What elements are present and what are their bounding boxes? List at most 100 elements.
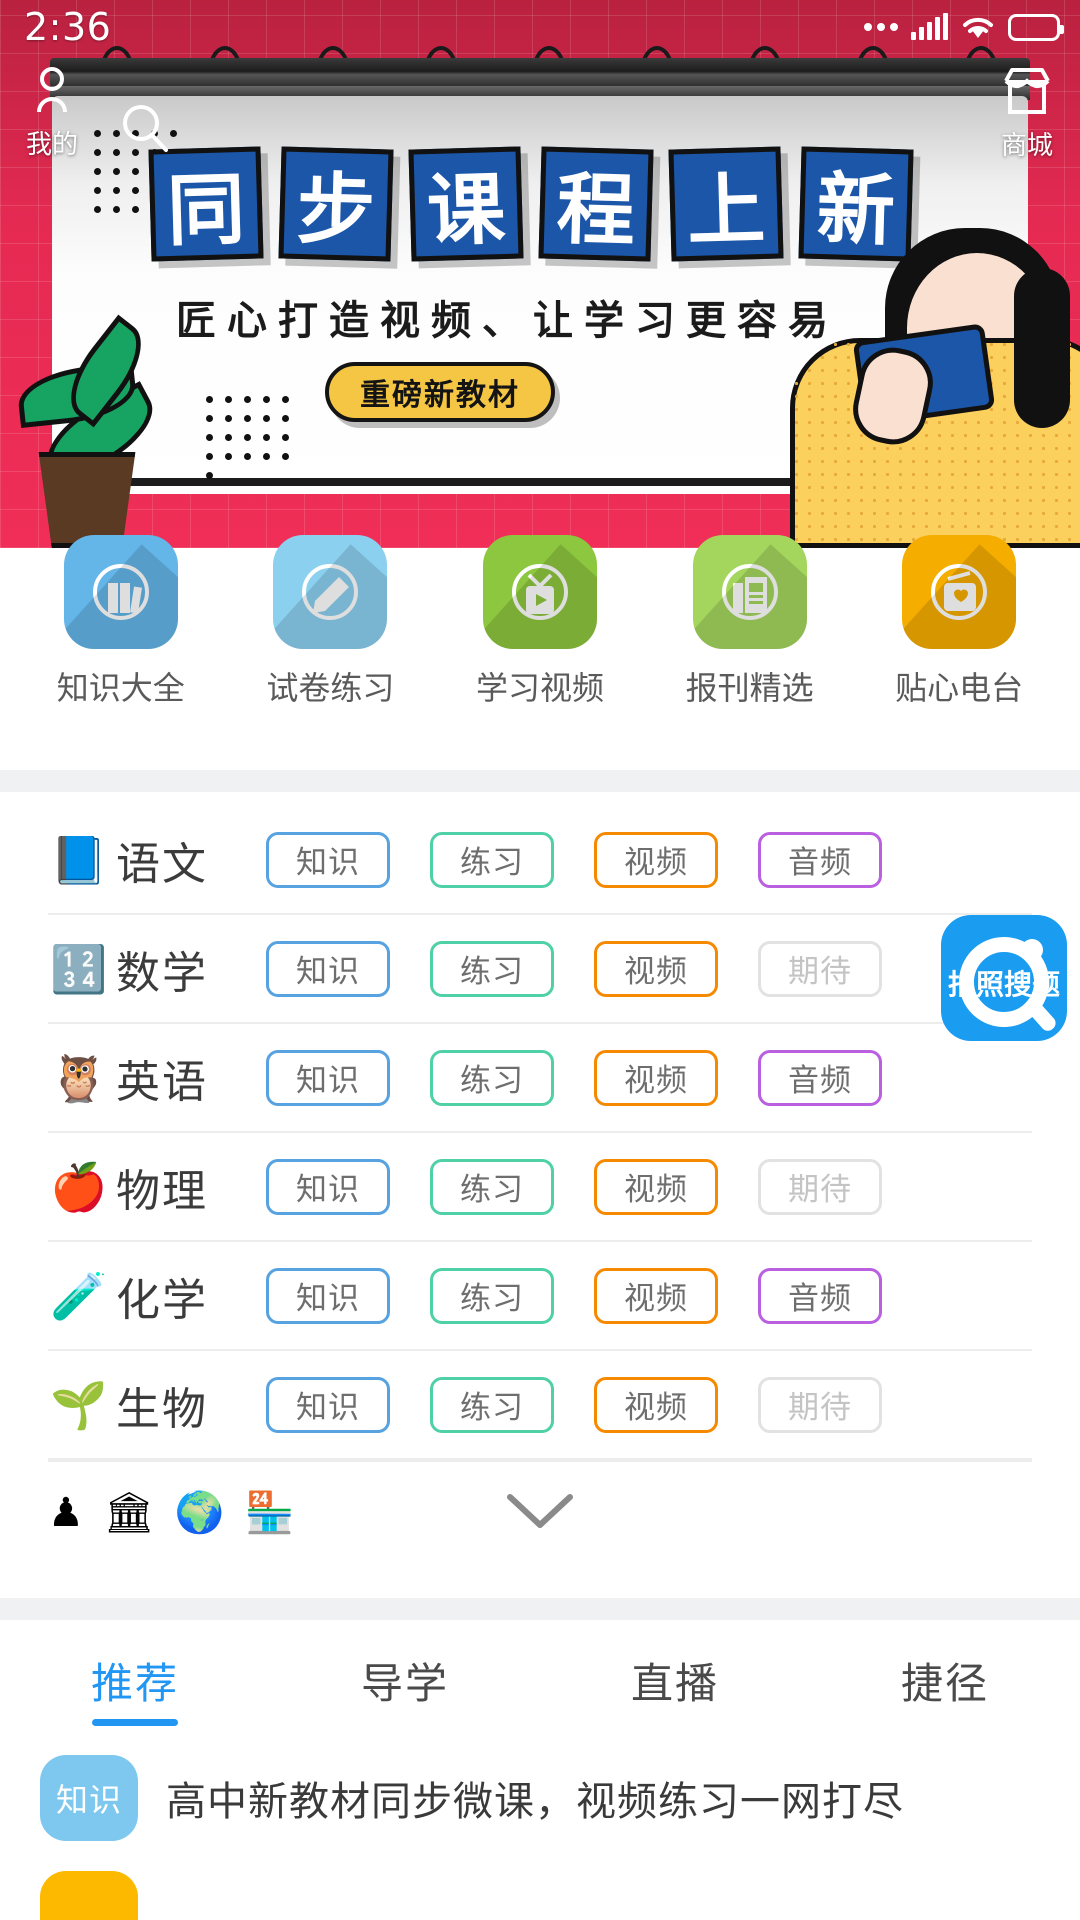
quick-entry-4[interactable]: 报刊精选 xyxy=(662,535,838,709)
subject-tag-aud[interactable]: 音频 xyxy=(758,1049,882,1106)
section-divider-1 xyxy=(0,770,1080,792)
collapsed-subject-icons: ♟ 🏛 🌍 🏪 xyxy=(48,1493,294,1533)
subject-name: 生物 xyxy=(116,1383,208,1435)
subject-tag-know[interactable]: 知识 xyxy=(266,1376,390,1433)
subject-name: 数学 xyxy=(116,947,208,999)
subject-row[interactable]: 🦉 英语 知识 练习 视频 音频 xyxy=(48,1024,1032,1133)
subject-name: 语文 xyxy=(116,838,208,890)
feed-item[interactable]: 知识 高中新教材同步微课，视频练习一网打尽 xyxy=(40,1740,1040,1856)
subject-name: 英语 xyxy=(116,1056,208,1108)
subject-icon: 🔢 xyxy=(50,941,108,996)
subject-list: 📘 语文 知识 练习 视频 音频 🔢 数学 知识 练习 视频 期待 🦉 英语 知识 练习 视频 音频 🍎 物理 知识 练习… xyxy=(0,806,1080,1564)
store-button[interactable]: 商城 xyxy=(1000,65,1054,162)
feed-badge: 知识 xyxy=(40,1755,138,1841)
quick-entry-3[interactable]: 学习视频 xyxy=(452,535,628,709)
subject-tag-soon: 期待 xyxy=(758,1376,882,1433)
subject-name: 化学 xyxy=(116,1274,208,1326)
subject-icon: 🌱 xyxy=(50,1377,108,1432)
subject-icon: 🧪 xyxy=(50,1268,108,1323)
tv-icon xyxy=(482,535,597,649)
chevron-down-icon[interactable] xyxy=(504,1489,576,1537)
quick-entry-1[interactable]: 知识大全 xyxy=(33,535,209,709)
subject-row[interactable]: 🍎 物理 知识 练习 视频 期待 xyxy=(48,1133,1032,1242)
quick-entry-label: 贴心电台 xyxy=(895,669,1024,707)
quick-entry-label: 学习视频 xyxy=(475,669,604,707)
collapsed-subject-icon: ♟ xyxy=(48,1490,84,1536)
quick-entry-row: 知识大全 试卷练习 学习视频 报刊精选 贴心电台 xyxy=(0,535,1080,707)
subject-name: 物理 xyxy=(116,1165,208,1217)
banner-cta-button[interactable]: 重磅新教材 xyxy=(325,362,555,422)
subject-expand-row[interactable]: ♟ 🏛 🌍 🏪 xyxy=(48,1460,1032,1564)
status-time: 2:36 xyxy=(24,5,112,49)
subject-tag-group: 知识 练习 视频 期待 xyxy=(266,1376,1032,1433)
subject-tag-soon: 期待 xyxy=(758,940,882,997)
profile-button[interactable]: 我的 xyxy=(26,66,78,161)
subject-tag-prac[interactable]: 练习 xyxy=(430,1158,554,1215)
pagination-dot[interactable] xyxy=(544,456,558,470)
quick-entry-5[interactable]: 贴心电台 xyxy=(871,535,1047,709)
subject-row[interactable]: 🔢 数学 知识 练习 视频 期待 xyxy=(48,915,1032,1024)
subject-tag-know[interactable]: 知识 xyxy=(266,1158,390,1215)
quick-entry-label: 报刊精选 xyxy=(685,669,814,707)
plant-illustration xyxy=(10,314,170,548)
student-illustration xyxy=(750,218,1080,548)
subject-tag-know[interactable]: 知识 xyxy=(266,1049,390,1106)
subject-tag-know[interactable]: 知识 xyxy=(266,940,390,997)
dots-icon xyxy=(864,23,898,31)
subject-tag-prac[interactable]: 练习 xyxy=(430,1049,554,1106)
subject-tag-vid[interactable]: 视频 xyxy=(594,1267,718,1324)
banner-pagination[interactable] xyxy=(500,456,580,470)
collapsed-subject-icon: 🏛 xyxy=(103,1490,155,1536)
subject-icon: 🦉 xyxy=(50,1050,108,1105)
recommendation-feed: 知识 高中新教材同步微课，视频练习一网打尽 xyxy=(0,1740,1080,1920)
subject-tag-know[interactable]: 知识 xyxy=(266,1267,390,1324)
pagination-dot[interactable] xyxy=(522,456,536,470)
subject-tag-prac[interactable]: 练习 xyxy=(430,1376,554,1433)
feed-title: 高中新教材同步微课，视频练习一网打尽 xyxy=(166,1779,904,1825)
subject-tag-vid[interactable]: 视频 xyxy=(594,1158,718,1215)
profile-label: 我的 xyxy=(26,129,79,160)
section-divider-2 xyxy=(0,1598,1080,1620)
subject-tag-group: 知识 练习 视频 音频 xyxy=(266,1267,1032,1324)
subject-row[interactable]: 📘 语文 知识 练习 视频 音频 xyxy=(48,806,1032,915)
tab-捷径[interactable]: 捷径 xyxy=(810,1620,1080,1740)
subject-tag-group: 知识 练习 视频 期待 xyxy=(266,940,1032,997)
books-icon xyxy=(63,535,178,649)
tab-直播[interactable]: 直播 xyxy=(540,1620,810,1740)
subject-tag-know[interactable]: 知识 xyxy=(266,831,390,888)
camera-dot-icon xyxy=(1021,939,1043,961)
subject-row[interactable]: 🧪 化学 知识 练习 视频 音频 xyxy=(48,1242,1032,1351)
subject-tag-group: 知识 练习 视频 期待 xyxy=(266,1158,1032,1215)
subject-tag-group: 知识 练习 视频 音频 xyxy=(266,831,1032,888)
store-label: 商城 xyxy=(1000,130,1053,161)
pagination-dot[interactable] xyxy=(566,456,580,470)
search-button[interactable] xyxy=(118,101,172,161)
quick-entry-2[interactable]: 试卷练习 xyxy=(242,535,418,709)
subject-tag-vid[interactable]: 视频 xyxy=(594,940,718,997)
radio-icon xyxy=(902,535,1017,649)
feed-item[interactable] xyxy=(40,1856,1040,1920)
subject-icon: 🍎 xyxy=(50,1159,108,1214)
quick-entry-label: 试卷练习 xyxy=(266,669,395,707)
subject-tag-vid[interactable]: 视频 xyxy=(594,1049,718,1106)
subject-tag-soon: 期待 xyxy=(758,1158,882,1215)
subject-tag-prac[interactable]: 练习 xyxy=(430,940,554,997)
dot-decoration-cta xyxy=(200,390,310,485)
pencil-icon xyxy=(273,535,388,649)
subject-row[interactable]: 🌱 生物 知识 练习 视频 期待 xyxy=(48,1351,1032,1460)
pagination-dot[interactable] xyxy=(500,456,514,470)
tab-推荐[interactable]: 推荐 xyxy=(0,1620,270,1740)
collapsed-subject-icon: 🌍 xyxy=(174,1490,225,1536)
subject-tag-prac[interactable]: 练习 xyxy=(430,1267,554,1324)
tab-导学[interactable]: 导学 xyxy=(270,1620,540,1740)
subject-tag-aud[interactable]: 音频 xyxy=(758,831,882,888)
search-icon xyxy=(118,101,172,161)
subject-tag-aud[interactable]: 音频 xyxy=(758,1267,882,1324)
status-bar: 2:36 xyxy=(0,0,1080,54)
battery-icon xyxy=(1008,13,1064,41)
subject-tag-vid[interactable]: 视频 xyxy=(594,831,718,888)
subject-icon: 📘 xyxy=(50,832,108,887)
photo-search-fab[interactable]: 拍照搜题 xyxy=(941,915,1067,1041)
subject-tag-prac[interactable]: 练习 xyxy=(430,831,554,888)
subject-tag-vid[interactable]: 视频 xyxy=(594,1376,718,1433)
